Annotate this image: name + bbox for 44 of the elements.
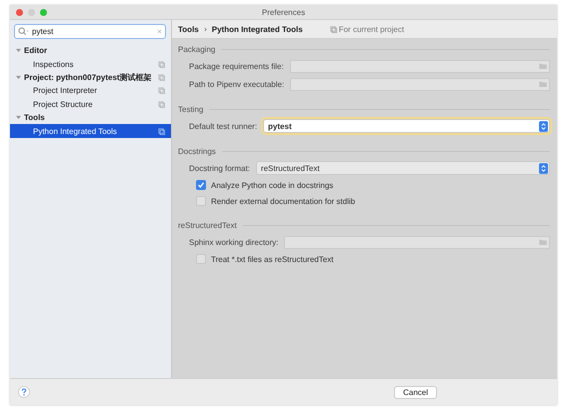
field-label: Default test runner:	[189, 122, 258, 130]
breadcrumb-item[interactable]: Python Integrated Tools	[212, 24, 303, 34]
search-field[interactable]: pytest	[14, 24, 166, 39]
updown-arrows-icon	[539, 162, 548, 174]
copy-icon	[158, 128, 165, 135]
field-label: Path to Pipenv executable:	[189, 80, 284, 88]
field-label: Docstring format:	[189, 164, 250, 172]
checkbox-row[interactable]: Render external documentation for stdlib	[178, 193, 550, 209]
close-button[interactable]	[16, 8, 23, 16]
checkbox[interactable]	[196, 180, 206, 190]
search-input[interactable]: pytest	[29, 27, 157, 36]
tree-item[interactable]: Project Structure	[10, 98, 171, 111]
checkbox-row[interactable]: Treat *.txt files as reStructuredText	[178, 251, 550, 267]
dropdown[interactable]: reStructuredText	[256, 161, 550, 175]
tree-item[interactable]: Project: python007pytest测试框架	[10, 70, 171, 84]
expanded-triangle-icon[interactable]	[16, 115, 21, 120]
tree-item[interactable]: Python Integrated Tools	[10, 124, 171, 138]
search-icon	[18, 27, 29, 36]
expanded-triangle-icon[interactable]	[16, 74, 21, 80]
section-title: Testing	[178, 104, 204, 114]
updown-arrows-icon	[539, 120, 548, 132]
dialog-button[interactable]: Cancel	[394, 386, 437, 398]
field-label: Sphinx working directory:	[189, 238, 278, 246]
window-title: Preferences	[262, 8, 306, 16]
checkbox[interactable]	[196, 254, 206, 264]
tree-item[interactable]: Editor	[10, 44, 171, 58]
dropdown[interactable]: pytest	[263, 119, 550, 133]
zoom-button[interactable]	[40, 8, 47, 16]
copy-icon	[330, 26, 337, 32]
section-title: Packaging	[178, 44, 216, 54]
chevron-icon	[204, 26, 207, 32]
scope-note: For current project	[338, 24, 404, 34]
section-title: Docstrings	[178, 146, 216, 156]
field-label: Package requirements file:	[189, 62, 284, 70]
checkbox[interactable]	[196, 196, 206, 206]
tree-item[interactable]: Project Interpreter	[10, 84, 171, 98]
section-title: reStructuredText	[178, 220, 237, 230]
breadcrumb-item[interactable]: Tools	[178, 24, 199, 34]
checkbox-row[interactable]: Analyze Python code in docstrings	[178, 177, 550, 193]
tree-item[interactable]: Tools	[10, 110, 171, 124]
expanded-triangle-icon[interactable]	[16, 48, 21, 54]
clear-search-icon[interactable]	[157, 29, 162, 34]
help-icon[interactable]	[18, 386, 30, 398]
tree-item[interactable]: Inspections	[10, 57, 171, 71]
